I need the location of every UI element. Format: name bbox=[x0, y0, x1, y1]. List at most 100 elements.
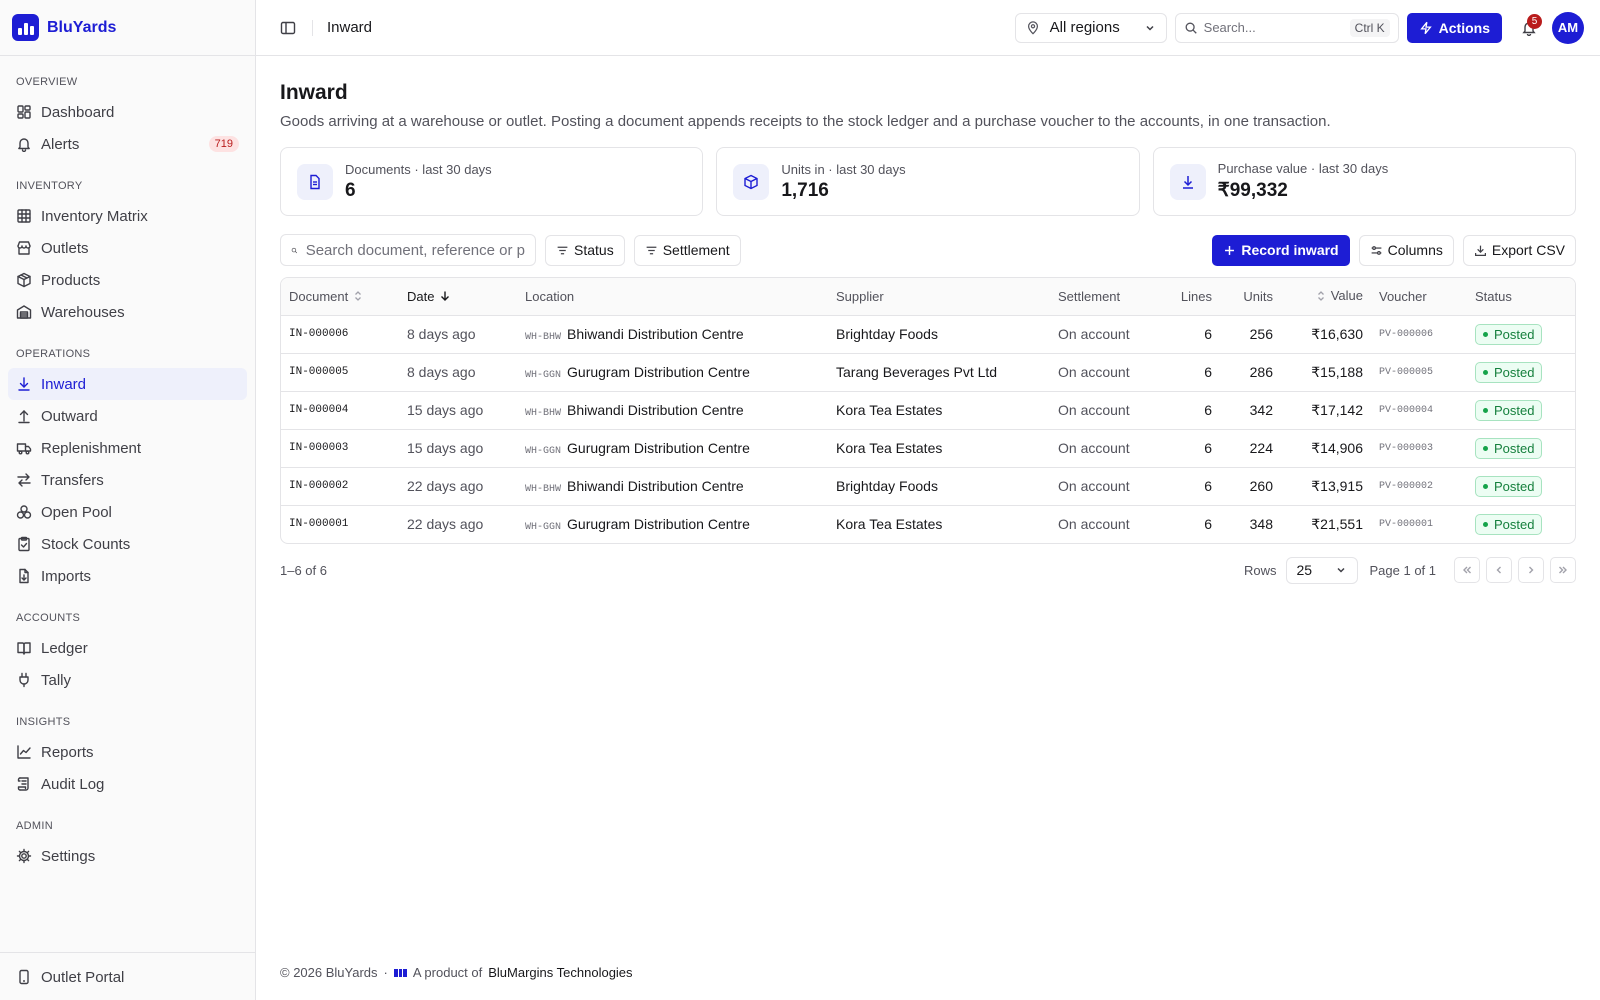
box-icon bbox=[733, 163, 770, 200]
download-icon bbox=[1169, 163, 1206, 200]
sidebar-item-inventory-matrix[interactable]: Inventory Matrix bbox=[8, 200, 247, 232]
sidebar-item-inward[interactable]: Inward bbox=[8, 368, 247, 400]
sidebar-item-imports[interactable]: Imports bbox=[8, 560, 247, 592]
columns-button[interactable]: Columns bbox=[1358, 234, 1454, 266]
rows-label: Rows bbox=[1243, 562, 1277, 578]
first-page-button[interactable] bbox=[1454, 557, 1480, 583]
cell-voucher[interactable]: PV-000001 bbox=[1371, 505, 1467, 543]
table-row[interactable]: IN-000001 22 days ago WH-GGN Gurugram Dis… bbox=[281, 505, 1575, 543]
sidebar-item-transfers[interactable]: Transfers bbox=[8, 464, 247, 496]
avatar[interactable]: AM bbox=[1552, 11, 1584, 44]
copyright: © 2026 BluYards bbox=[280, 965, 378, 980]
actions-button-label: Actions bbox=[1438, 19, 1490, 36]
sidebar-item-warehouses[interactable]: Warehouses bbox=[8, 296, 247, 328]
location-name: Gurugram Distribution Centre bbox=[567, 439, 750, 456]
sidebar-item-audit-log[interactable]: Audit Log bbox=[8, 768, 247, 800]
status-badge: Posted bbox=[1475, 399, 1543, 421]
cell-date: 8 days ago bbox=[399, 353, 517, 392]
sidebar-item-settings[interactable]: Settings bbox=[8, 840, 247, 872]
column-header-document[interactable]: Document bbox=[281, 278, 399, 316]
global-search-input[interactable]: Search... Ctrl K bbox=[1174, 12, 1399, 43]
cell-units: 348 bbox=[1249, 516, 1273, 533]
rows-per-page-select[interactable]: 25 bbox=[1285, 556, 1358, 584]
location-code: WH-GGN bbox=[525, 521, 562, 533]
cell-units: 256 bbox=[1220, 315, 1281, 354]
status-filter-label: Status bbox=[574, 242, 614, 258]
sidebar-item-ledger[interactable]: Ledger bbox=[8, 632, 247, 664]
sidebar-item-label: Transfers bbox=[41, 471, 104, 489]
table-search-input[interactable]: Search document, reference or p bbox=[280, 234, 536, 266]
sidebar-item-products[interactable]: Products bbox=[8, 264, 247, 296]
company-logo-icon bbox=[393, 968, 407, 977]
sidebar-toggle-button[interactable] bbox=[272, 12, 304, 44]
status-badge: Posted bbox=[1475, 323, 1543, 345]
status-dot bbox=[1483, 521, 1488, 527]
cell-status: Posted bbox=[1467, 505, 1575, 543]
sidebar-item-alerts[interactable]: Alerts 719 bbox=[8, 128, 247, 160]
sidebar-item-stock-counts[interactable]: Stock Counts bbox=[8, 528, 247, 560]
table-body: IN-000006 8 days ago WH-BHW Bhiwandi Dist… bbox=[281, 315, 1575, 543]
status-label: Posted bbox=[1494, 440, 1535, 456]
record-inward-button[interactable]: Record inward bbox=[1212, 234, 1350, 266]
table-row[interactable]: IN-000002 22 days ago WH-BHW Bhiwandi Dis… bbox=[281, 467, 1575, 506]
cell-document: IN-000006 bbox=[281, 315, 399, 354]
actions-button[interactable]: Actions bbox=[1406, 12, 1502, 43]
last-page-button[interactable] bbox=[1550, 557, 1576, 583]
sidebar-item-label: Reports bbox=[41, 743, 94, 761]
table-row[interactable]: IN-000003 15 days ago WH-GGN Gurugram Dis… bbox=[281, 429, 1575, 468]
prev-page-button[interactable] bbox=[1486, 557, 1512, 583]
region-select[interactable]: All regions bbox=[1014, 12, 1167, 43]
cell-supplier: Tarang Beverages Pvt Ltd bbox=[828, 353, 1050, 392]
location-code: WH-BHW bbox=[525, 483, 562, 495]
sidebar-item-open-pool[interactable]: Open Pool bbox=[8, 496, 247, 528]
chevron-down-icon bbox=[1146, 25, 1154, 31]
notifications-button[interactable]: 5 bbox=[1514, 13, 1544, 43]
location-code: WH-BHW bbox=[525, 331, 562, 343]
cell-voucher[interactable]: PV-000004 bbox=[1371, 391, 1467, 430]
settlement-filter-button[interactable]: Settlement bbox=[633, 234, 741, 266]
sidebar-item-outlet-portal[interactable]: Outlet Portal bbox=[8, 961, 247, 993]
status-filter-button[interactable]: Status bbox=[545, 234, 625, 266]
sidebar-item-dashboard[interactable]: Dashboard bbox=[8, 96, 247, 128]
cell-supplier: Kora Tea Estates bbox=[836, 516, 943, 533]
cell-voucher[interactable]: PV-000006 bbox=[1371, 315, 1467, 354]
column-header-location: Location bbox=[517, 278, 828, 316]
sidebar-item-label: Inventory Matrix bbox=[41, 207, 148, 225]
page-footer: © 2026 BluYards · A product of BluMargin… bbox=[280, 965, 633, 980]
brand[interactable]: BluYards bbox=[0, 0, 255, 56]
brand-logo-icon bbox=[12, 14, 39, 41]
location-name: Bhiwandi Distribution Centre bbox=[567, 401, 744, 418]
sidebar-item-outlets[interactable]: Outlets bbox=[8, 232, 247, 264]
column-header-lines: Lines bbox=[1164, 278, 1220, 316]
sidebar-item-reports[interactable]: Reports bbox=[8, 736, 247, 768]
topbar: Inward All regions Search... Ctrl K Acti… bbox=[256, 0, 1600, 56]
export-csv-button[interactable]: Export CSV bbox=[1462, 234, 1576, 266]
location-code: WH-GGN bbox=[525, 445, 562, 457]
cell-date: 8 days ago bbox=[399, 315, 517, 354]
cell-voucher[interactable]: PV-000003 bbox=[1371, 429, 1467, 468]
sidebar-item-outward[interactable]: Outward bbox=[8, 400, 247, 432]
sidebar-item-tally[interactable]: Tally bbox=[8, 664, 247, 696]
table-row[interactable]: IN-000004 15 days ago WH-BHW Bhiwandi Dis… bbox=[281, 391, 1575, 430]
cell-voucher[interactable]: PV-000005 bbox=[1371, 353, 1467, 392]
cell-document: IN-000004 bbox=[281, 391, 399, 430]
status-label: Posted bbox=[1494, 364, 1535, 380]
footer-company-link[interactable]: BluMargins Technologies bbox=[488, 965, 632, 980]
main-content: Inward Goods arriving at a warehouse or … bbox=[280, 56, 1576, 584]
sliders-icon bbox=[1371, 245, 1381, 255]
column-header-value[interactable]: Value bbox=[1281, 278, 1371, 316]
cell-voucher[interactable]: PV-000002 bbox=[1371, 467, 1467, 506]
boxes-icon bbox=[16, 505, 32, 519]
status-dot bbox=[1483, 331, 1488, 337]
cell-units: 224 bbox=[1220, 429, 1281, 468]
grid-icon bbox=[17, 209, 31, 223]
next-page-button[interactable] bbox=[1518, 557, 1544, 583]
column-header-date[interactable]: Date bbox=[399, 278, 517, 316]
table-row[interactable]: IN-000005 8 days ago WH-GGN Gurugram Dist… bbox=[281, 353, 1575, 392]
table-row[interactable]: IN-000006 8 days ago WH-BHW Bhiwandi Dist… bbox=[281, 315, 1575, 354]
status-dot bbox=[1483, 483, 1488, 489]
location-name: Bhiwandi Distribution Centre bbox=[567, 325, 744, 342]
settlement-filter-label: Settlement bbox=[662, 242, 730, 258]
breadcrumb: Inward bbox=[327, 19, 373, 36]
sidebar-item-replenishment[interactable]: Replenishment bbox=[8, 432, 247, 464]
